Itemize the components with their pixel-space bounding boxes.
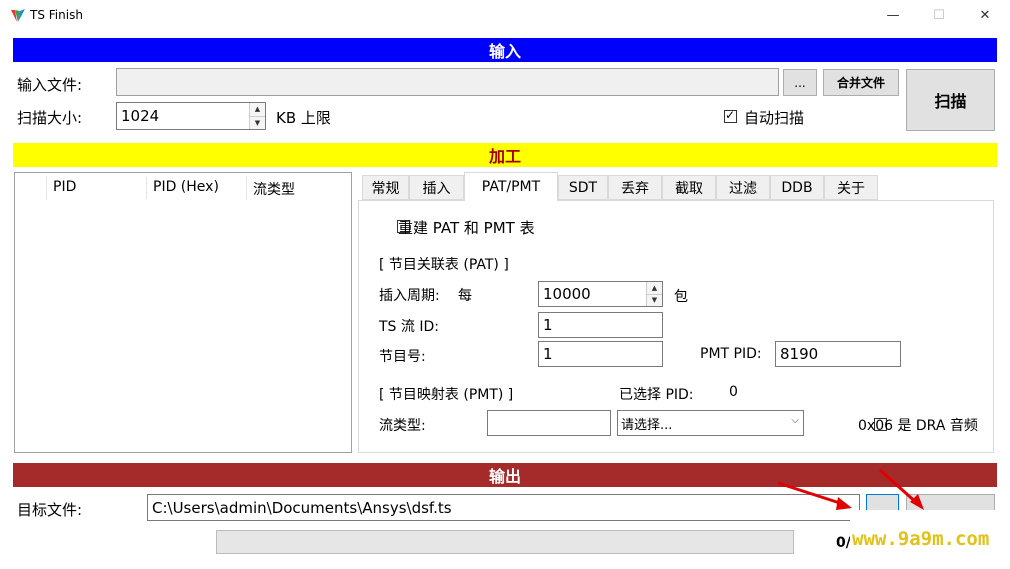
browse-button[interactable]: ... <box>783 69 817 96</box>
scan-size-label: 扫描大小: <box>17 109 83 127</box>
auto-scan-label: 自动扫描 <box>744 109 805 127</box>
tab-sdt[interactable]: SDT <box>558 175 608 200</box>
insert-period-stepper[interactable]: 10000 ▲ ▼ <box>538 281 663 307</box>
progress-bar <box>216 530 794 554</box>
tab-cut[interactable]: 截取 <box>662 175 716 200</box>
scan-size-spin[interactable]: ▲ ▼ <box>249 103 265 129</box>
watermark-text: www.9a9m.com <box>852 528 990 550</box>
tab-ddb[interactable]: DDB <box>770 175 824 200</box>
spin-down-icon[interactable]: ▼ <box>250 116 265 129</box>
pid-hex-column-header[interactable]: PID (Hex) <box>153 179 219 195</box>
maximize-button[interactable]: ☐ <box>916 0 962 30</box>
target-file-label: 目标文件: <box>17 501 83 519</box>
tab-discard[interactable]: 丢弃 <box>608 175 662 200</box>
pid-list[interactable]: PID PID (Hex) 流类型 <box>14 172 352 453</box>
rebuild-label: 重建 PAT 和 PMT 表 <box>398 219 535 237</box>
scan-size-stepper[interactable]: 1024 ▲ ▼ <box>116 102 266 130</box>
stream-type-select[interactable]: 请选择... ⌵ <box>617 410 804 436</box>
stream-type-column-header[interactable]: 流类型 <box>253 179 295 199</box>
minimize-button[interactable]: — <box>870 0 916 30</box>
progress-text: 0/ <box>836 535 851 551</box>
tab-filter[interactable]: 过滤 <box>716 175 770 200</box>
input-file-label: 输入文件: <box>17 76 83 94</box>
insert-period-unit: 包 <box>674 289 688 305</box>
input-file-field[interactable] <box>116 68 779 96</box>
pmt-pid-label: PMT PID: <box>700 346 762 362</box>
insert-period-each: 每 <box>458 288 472 304</box>
insert-period-value: 10000 <box>543 285 591 303</box>
column-separator <box>46 177 47 199</box>
insert-period-label: 插入周期: <box>379 288 440 304</box>
spin-down-icon[interactable]: ▼ <box>647 294 662 306</box>
dra-audio-label: 0x06 是 DRA 音频 <box>858 418 978 434</box>
scan-size-unit: KB 上限 <box>276 109 331 127</box>
stream-type-input[interactable] <box>487 410 611 436</box>
close-button[interactable]: ✕ <box>962 0 1008 30</box>
process-banner: 加工 <box>13 143 997 167</box>
ts-id-label: TS 流 ID: <box>379 319 439 335</box>
program-number-label: 节目号: <box>379 349 426 365</box>
pmt-group-label: [ 节目映射表 (PMT) ] <box>379 387 514 403</box>
pat-group-label: [ 节目关联表 (PAT) ] <box>379 257 509 273</box>
target-file-input[interactable]: C:\Users\admin\Documents\Ansys\dsf.ts <box>147 494 860 521</box>
program-number-input[interactable]: 1 <box>538 341 663 367</box>
tab-pat-pmt[interactable]: PAT/PMT <box>464 172 558 201</box>
pmt-pid-input[interactable]: 8190 <box>775 341 901 367</box>
spin-up-icon[interactable]: ▲ <box>647 282 662 295</box>
scan-button[interactable]: 扫描 <box>906 69 995 131</box>
selected-pid-label: 已选择 PID: <box>619 387 694 403</box>
title-bar <box>0 0 1010 32</box>
auto-scan-checkbox[interactable] <box>724 108 737 123</box>
input-banner: 输入 <box>13 38 997 62</box>
scan-size-value: 1024 <box>121 107 160 125</box>
column-separator <box>246 177 247 199</box>
tab-about[interactable]: 关于 <box>824 175 878 200</box>
column-separator <box>146 177 147 199</box>
app-icon <box>11 9 25 22</box>
chevron-down-icon: ⌵ <box>791 415 799 426</box>
spin-up-icon[interactable]: ▲ <box>250 103 265 117</box>
stream-type-select-value: 请选择... <box>621 417 673 433</box>
tab-general[interactable]: 常规 <box>362 175 409 200</box>
stream-type-label: 流类型: <box>379 418 426 434</box>
ts-id-input[interactable]: 1 <box>538 312 663 338</box>
window-title: TS Finish <box>30 8 83 22</box>
insert-period-spin[interactable]: ▲ ▼ <box>646 282 662 306</box>
merge-files-button[interactable]: 合并文件 <box>823 69 899 96</box>
output-banner: 输出 <box>13 463 997 487</box>
selected-pid-value: 0 <box>729 384 738 400</box>
pid-column-header[interactable]: PID <box>53 179 76 195</box>
tab-insert[interactable]: 插入 <box>409 175 464 200</box>
